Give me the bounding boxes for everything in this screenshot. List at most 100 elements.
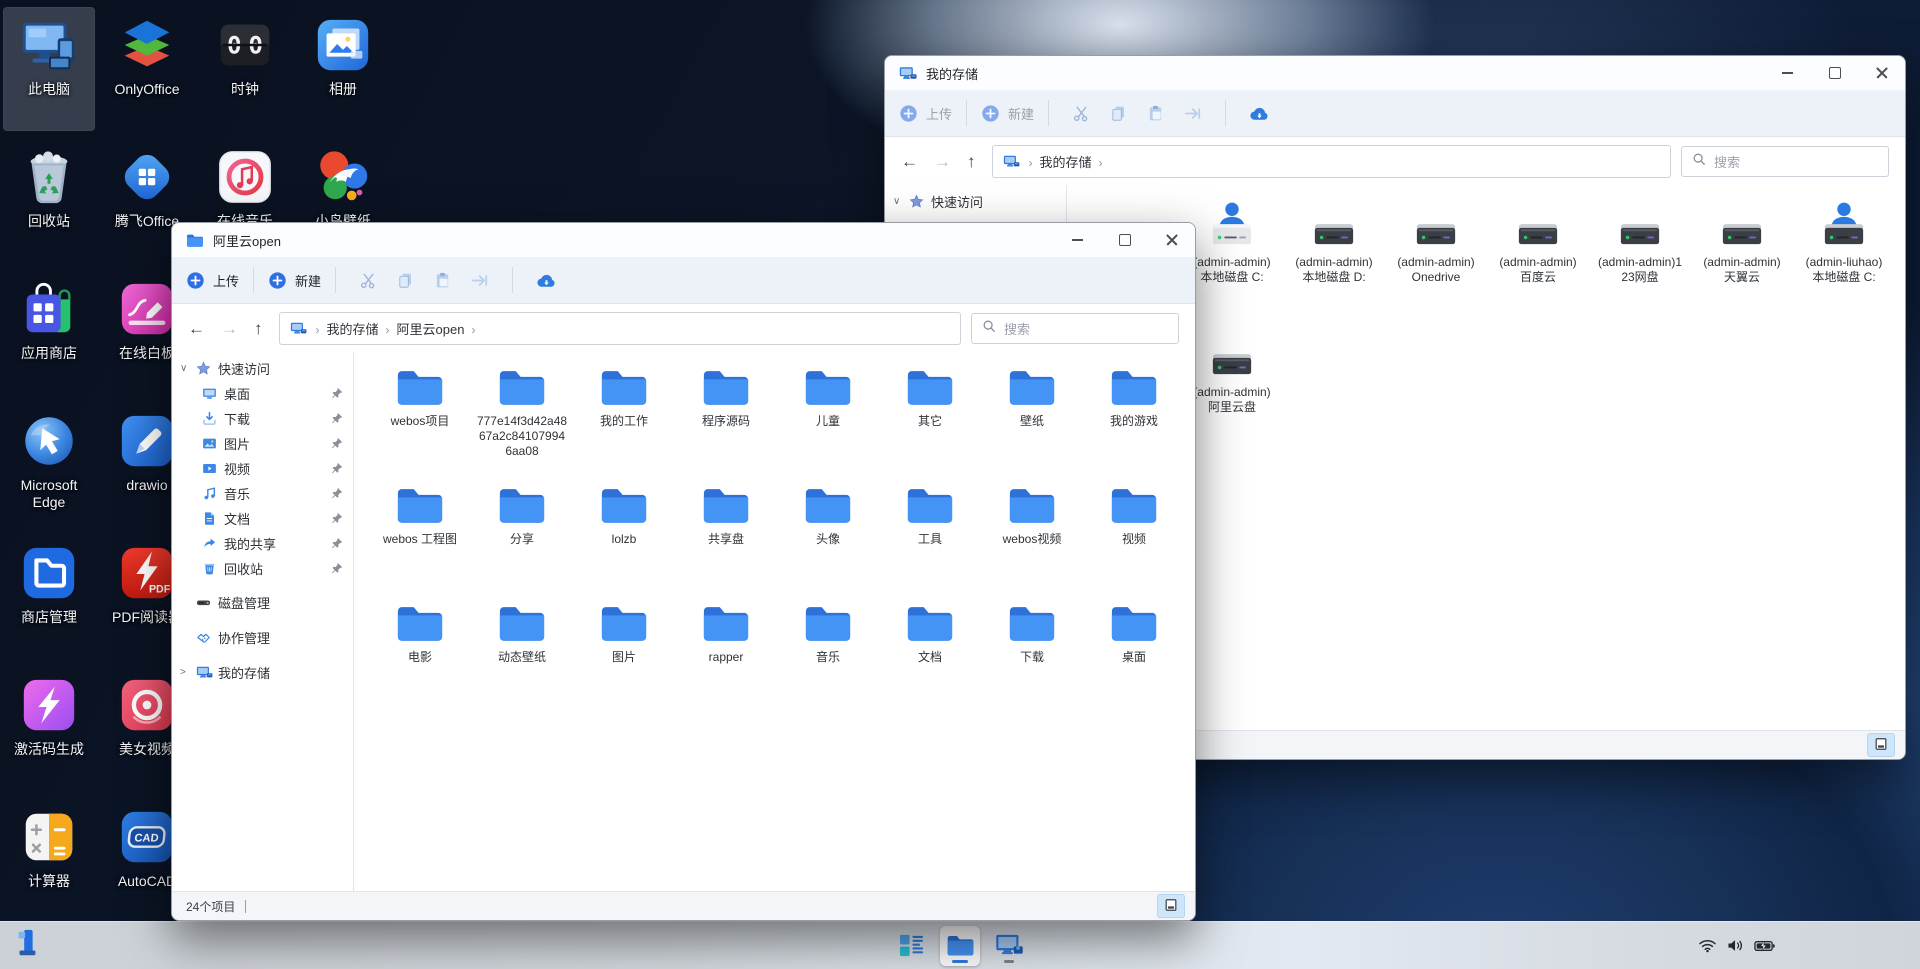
folder-item[interactable]: 壁纸 — [981, 367, 1083, 485]
minimize-button[interactable] — [1764, 56, 1811, 90]
folder-item[interactable]: 音乐 — [777, 603, 879, 721]
drive-item[interactable]: (admin-admin)Onedrive — [1385, 197, 1487, 327]
folder-item[interactable]: 动态壁纸 — [471, 603, 573, 721]
cloud-sync-icon[interactable] — [536, 272, 557, 289]
cut-icon[interactable] — [1072, 104, 1091, 123]
sidebar-item-desktop[interactable]: 桌面 — [172, 381, 353, 406]
folder-item[interactable]: 共享盘 — [675, 485, 777, 603]
folder-item[interactable]: webos视频 — [981, 485, 1083, 603]
search-input[interactable]: 搜索 — [1681, 146, 1889, 177]
upload-button[interactable]: 上传 — [186, 271, 239, 290]
drive-item[interactable]: (admin-admin)天翼云 — [1691, 197, 1793, 327]
pin-icon[interactable] — [330, 562, 343, 575]
desktop-icon-onlyoffice[interactable]: OnlyOffice — [102, 8, 192, 130]
desktop-icon-this-pc[interactable]: 此电脑 — [4, 8, 94, 130]
folder-item[interactable]: 其它 — [879, 367, 981, 485]
pin-icon[interactable] — [330, 487, 343, 500]
sidebar-item-download[interactable]: 下载 — [172, 406, 353, 431]
sidebar-item-pictures[interactable]: 图片 — [172, 431, 353, 456]
folder-item[interactable]: 工具 — [879, 485, 981, 603]
pin-icon[interactable] — [330, 412, 343, 425]
cut-icon[interactable] — [359, 271, 378, 290]
new-button[interactable]: 新建 — [268, 271, 321, 290]
battery-icon[interactable] — [1754, 940, 1775, 952]
close-button[interactable] — [1148, 223, 1195, 257]
drive-item[interactable]: (admin-admin)123网盘 — [1589, 197, 1691, 327]
view-toggle-button[interactable] — [1157, 894, 1185, 918]
sidebar-item-shares[interactable]: 我的共享 — [172, 531, 353, 556]
up-arrow[interactable]: ↑ — [254, 320, 263, 337]
desktop-icon-recycle-bin[interactable]: 回收站 — [4, 140, 94, 262]
paste-icon[interactable] — [1146, 104, 1165, 123]
pin-icon[interactable] — [330, 462, 343, 475]
pin-icon[interactable] — [330, 537, 343, 550]
move-icon[interactable] — [1183, 104, 1202, 123]
drive-item[interactable]: (admin-admin)本地磁盘 C: — [1181, 197, 1283, 327]
view-toggle-button[interactable] — [1867, 733, 1895, 757]
folder-item[interactable]: 文档 — [879, 603, 981, 721]
forward-arrow[interactable]: → — [934, 153, 951, 170]
os-logo-icon[interactable] — [12, 928, 42, 963]
copy-icon[interactable] — [396, 271, 415, 290]
drive-item[interactable]: (admin-admin)阿里云盘 — [1181, 327, 1283, 457]
titlebar[interactable]: 阿里云open — [172, 223, 1195, 257]
folder-item[interactable]: webos项目 — [369, 367, 471, 485]
breadcrumb-item[interactable]: 我的存储 — [1040, 155, 1092, 170]
desktop-icon-clock[interactable]: 00 时钟 — [200, 8, 290, 130]
cloud-sync-icon[interactable] — [1249, 105, 1270, 122]
volume-icon[interactable] — [1726, 938, 1745, 953]
sidebar-item-recycle[interactable]: 回收站 — [172, 556, 353, 581]
back-arrow[interactable]: ← — [901, 153, 918, 170]
folder-item[interactable]: 777e14f3d42a4867a2c841079946aa08 — [471, 367, 573, 485]
sidebar-quick-access[interactable]: ∨ 快速访问 — [885, 189, 1066, 214]
folder-item[interactable]: 桌面 — [1083, 603, 1185, 721]
move-icon[interactable] — [470, 271, 489, 290]
sidebar-item-my-storage[interactable]: > 我的存储 — [172, 659, 353, 686]
copy-icon[interactable] — [1109, 104, 1128, 123]
new-button[interactable]: 新建 — [981, 104, 1034, 123]
folder-item[interactable]: 头像 — [777, 485, 879, 603]
desktop-icon-album[interactable]: 相册 — [298, 8, 388, 130]
sidebar-item-collaboration[interactable]: 协作管理 — [172, 624, 353, 651]
paste-icon[interactable] — [433, 271, 452, 290]
back-arrow[interactable]: ← — [188, 320, 205, 337]
taskbar-button-start[interactable] — [891, 926, 931, 966]
folder-item[interactable]: 儿童 — [777, 367, 879, 485]
desktop-icon-activation-gen[interactable]: 激活码生成 — [4, 668, 94, 790]
folder-item[interactable]: 分享 — [471, 485, 573, 603]
pin-icon[interactable] — [330, 387, 343, 400]
folder-item[interactable]: webos 工程图 — [369, 485, 471, 603]
minimize-button[interactable] — [1054, 223, 1101, 257]
breadcrumb[interactable]: ›我的存储›阿里云open› — [279, 312, 962, 345]
search-input[interactable]: 搜索 — [971, 313, 1179, 344]
sidebar-item-music[interactable]: 音乐 — [172, 481, 353, 506]
maximize-button[interactable] — [1101, 223, 1148, 257]
titlebar[interactable]: 我的存储 — [885, 56, 1905, 90]
pin-icon[interactable] — [330, 512, 343, 525]
folder-item[interactable]: 程序源码 — [675, 367, 777, 485]
folder-item[interactable]: lolzb — [573, 485, 675, 603]
drive-item[interactable]: (admin-admin)本地磁盘 D: — [1283, 197, 1385, 327]
folder-item[interactable]: 我的工作 — [573, 367, 675, 485]
maximize-button[interactable] — [1811, 56, 1858, 90]
desktop-icon-app-store[interactable]: 应用商店 — [4, 272, 94, 394]
sidebar-item-videos[interactable]: 视频 — [172, 456, 353, 481]
folder-item[interactable]: 下载 — [981, 603, 1083, 721]
desktop-icon-edge[interactable]: Microsoft Edge — [4, 404, 94, 526]
pin-icon[interactable] — [330, 437, 343, 450]
upload-button[interactable]: 上传 — [899, 104, 952, 123]
forward-arrow[interactable]: → — [221, 320, 238, 337]
folder-item[interactable]: 我的游戏 — [1083, 367, 1185, 485]
folder-item[interactable]: 视频 — [1083, 485, 1185, 603]
folder-item[interactable]: rapper — [675, 603, 777, 721]
desktop-icon-store-manage[interactable]: 商店管理 — [4, 536, 94, 658]
taskbar-button-my-storage[interactable] — [989, 926, 1029, 966]
desktop-icon-calculator[interactable]: 计算器 — [4, 800, 94, 922]
folder-item[interactable]: 图片 — [573, 603, 675, 721]
wifi-icon[interactable] — [1698, 938, 1717, 953]
breadcrumb[interactable]: ›我的存储› — [992, 145, 1672, 178]
breadcrumb-item[interactable]: 我的存储 — [327, 322, 379, 337]
taskbar-button-file-explorer[interactable] — [940, 926, 980, 966]
sidebar-quick-access[interactable]: ∨ 快速访问 — [172, 356, 353, 381]
up-arrow[interactable]: ↑ — [967, 153, 976, 170]
